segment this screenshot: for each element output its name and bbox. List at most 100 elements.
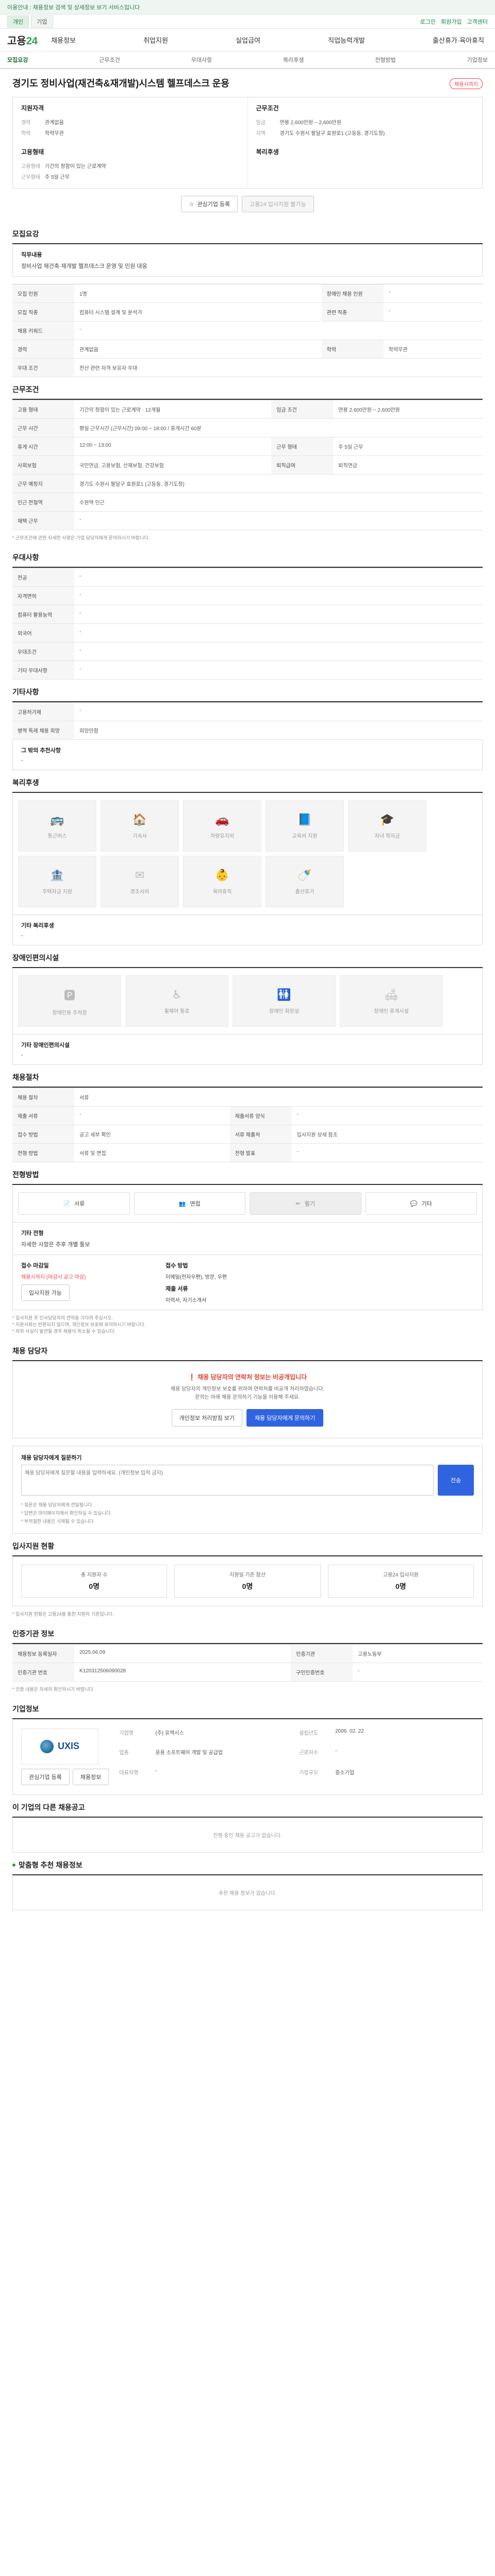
welfare-title: 복리후생 (12, 770, 483, 793)
gnb-leave[interactable]: 출산휴가·육아휴직 (433, 35, 484, 45)
signup-link[interactable]: 회원가입 (441, 18, 461, 26)
gnb-training[interactable]: 직업능력개발 (328, 35, 365, 45)
contact-ask-button[interactable]: 채용 담당자에게 문의하기 (246, 1409, 324, 1427)
interest-button[interactable]: ☆ 관심기업 등록 (181, 196, 238, 212)
table-row: 재택 근무 - (12, 511, 483, 530)
stat-online: 고용24 입사지원 0명 (327, 1564, 474, 1598)
logo-row: 고용24 채용정보 취업지원 실업급여 직업능력개발 출산휴가·육아휴직 (0, 29, 495, 52)
steps-title: 전형방법 (12, 1162, 483, 1185)
info-section: 인증기관 정보 채용정보 등록일자 2025.06.09 인증기관 고용노동부 인증기관… (12, 1621, 483, 1697)
welfare-label: 교육비 지원 (292, 833, 318, 839)
row-label: 고용허가제 (12, 702, 74, 721)
preference-title: 우대사항 (12, 545, 483, 568)
preference-section: 우대사항 전공 - 자격면허 - 컴퓨터 활용능력 - 외국어 - 우대조건 - 기타 우대사항 - (12, 545, 483, 680)
row-value: 2025.06.09 (74, 1644, 291, 1663)
apply-online-button[interactable]: 입사지원 가능 (21, 1284, 70, 1301)
company-field-label: 기업규모 (299, 1770, 318, 1776)
table-row: 기타 우대사항 - (12, 660, 483, 680)
row-value: 기간의 정함이 있는 근로계약 · 12개월 (74, 400, 272, 419)
step-label: 필기 (304, 1201, 315, 1207)
table-row: 사회보험 국민연금, 고용보험, 산재보험, 건강보험 퇴직급여 퇴직연금 (12, 455, 483, 474)
company-interest-button[interactable]: 관심기업 등록 (21, 1768, 70, 1785)
tab-welfare[interactable]: 복리후생 (283, 56, 304, 64)
table-row: 자격면허 - (12, 586, 483, 605)
welfare-card: 🍼 출산휴가 (266, 856, 344, 907)
row-label: 장애인 채용 인원 (321, 284, 384, 303)
conditions-note: * 근무조건에 관한 자세한 사항은 기업 담당자에게 문의하시기 바랍니다. (12, 535, 150, 540)
facility-icon: ♿ (172, 988, 182, 1001)
company-jobs-button[interactable]: 채용정보 (72, 1768, 109, 1785)
row-value: - (74, 623, 483, 642)
table-row: 근무 예정지 경기도 수원시 팔달구 효원로1 (고등동, 경기도청) (12, 474, 483, 493)
send-question-button[interactable]: 전송 (438, 1465, 474, 1496)
table-row: 외국어 - (12, 623, 483, 642)
table-row: 모집 인원 1명 장애인 채용 인원 - (12, 284, 483, 303)
recruit-section: 모집요강 직무내용 정비사업 재건축·재개발 헬프데스크 운영 및 민원 대응 … (12, 222, 483, 377)
welfare-label: 경조사비 (130, 889, 150, 895)
tab-recruit[interactable]: 모집요강 (7, 56, 28, 64)
tab-conditions[interactable]: 근무조건 (99, 56, 120, 64)
row-label: 근무 예정지 (12, 474, 74, 493)
table-row: 채용 키워드 - (12, 321, 483, 340)
gnb-support[interactable]: 취업지원 (143, 35, 168, 45)
tab-company[interactable]: 기업 (31, 15, 53, 28)
help-link[interactable]: 고객센터 (467, 18, 488, 26)
table-row: 전공 - (12, 568, 483, 587)
row-label: 채용 키워드 (12, 321, 74, 340)
job-actions: ☆ 관심기업 등록 고용24 입사지원 불가능 (0, 196, 495, 212)
row-value: 학력무관 (383, 340, 483, 359)
row-label: 우대 조건 (12, 358, 74, 377)
row-value: 경기도 수원시 팔달구 효원로1 (고등동, 경기도청) (74, 474, 483, 493)
table-row: 근무 시간 평일 근무시간 (근무시간) 09:00 ~ 18:00 / 휴게시간… (12, 418, 483, 437)
row-label: 사회보험 (12, 455, 74, 474)
row-value: - (74, 660, 483, 680)
tab-company-info[interactable]: 기업정보 (467, 56, 487, 64)
welfare-label: 통근버스 (47, 833, 67, 839)
process-table: 채용 절차 서류 제출 서류 - 제출서류 양식 - 접수 방법 공고 세부 확인 서류 제출처… (12, 1088, 483, 1162)
row-label: 임금 조건 (271, 400, 334, 419)
summary-left: 지원자격 경력 관계없음 학력 학력무관 고용형태 고용형태 기간의 정함이 있는 근… (13, 97, 248, 188)
row-label: 제출서류 양식 (229, 1106, 292, 1125)
tab-personal[interactable]: 개인 (7, 15, 29, 28)
welfare-icon: 👶 (215, 868, 229, 882)
welfare-card: ✉ 경조사비 (101, 856, 179, 907)
recommend-dot-icon (12, 1863, 15, 1867)
welfare-icon: 🚌 (50, 812, 64, 826)
row-value: 입사지원 상세 참조 (291, 1125, 483, 1144)
privacy-button[interactable]: 개인정보 처리방침 보기 (171, 1409, 242, 1427)
question-input[interactable] (21, 1465, 434, 1496)
row-value: - (74, 586, 483, 605)
stats-section: 입사지원 현황 총 지원자 수 0명 지원일 기준 합산 0명 고용24 입사지원 0… (12, 1534, 483, 1621)
stats-row: 총 지원자 수 0명 지원일 기준 합산 0명 고용24 입사지원 0명 (12, 1556, 483, 1606)
facility-card: 🚻 장애인 화장실 (233, 975, 336, 1027)
gnb-jobs[interactable]: 채용정보 (51, 35, 76, 45)
facility-card: ♿ 휠체어 통로 (125, 975, 228, 1027)
login-link[interactable]: 로그인 (420, 18, 436, 26)
utility-links: 로그인 회원가입 고객센터 (420, 18, 488, 26)
steps-section: 전형방법 📄 서류 👥 면접 ✏ 필기 💬 기타 기타 전형 자세한 사항은 추후 개별 통보… (12, 1162, 483, 1338)
tab-preference[interactable]: 우대사항 (191, 56, 212, 64)
site-logo[interactable]: 고용24 (7, 32, 38, 47)
step-item: 👥 면접 (134, 1192, 245, 1215)
gnb-unemployment[interactable]: 실업급여 (236, 35, 260, 45)
row-label: 채용 절차 (12, 1088, 74, 1107)
table-row: 인근 전철역 수원역 인근 (12, 493, 483, 512)
top-header: 개인 기업 로그인 회원가입 고객센터 (0, 14, 495, 29)
duty-panel: 직무내용 정비사업 재건축·재개발 헬프데스크 운영 및 민원 대응 (12, 244, 483, 277)
row-label: 관련 직종 (321, 302, 384, 321)
alert-icon: ❗ (188, 1374, 196, 1381)
table-row: 채용정보 등록일자 2025.06.09 인증기관 고용노동부 (12, 1644, 483, 1663)
row-label: 모집 직종 (12, 302, 74, 321)
row-value: - (74, 568, 483, 587)
facility-card: 🅿 장애인용 주차장 (18, 975, 121, 1027)
ask-notes: * 질문은 채용 담당자에게 전달됩니다. * 답변은 마이페이지에서 확인하실… (21, 1502, 112, 1524)
global-nav: 채용정보 취업지원 실업급여 직업능력개발 출산휴가·육아휴직 (51, 35, 484, 45)
summary-right: 근무조건 임금 연봉 2,600만원 ~ 2,600만원 지역 경기도 수원시 팔달… (247, 97, 483, 188)
row-value: 퇴직연금 (333, 455, 483, 474)
row-label: 퇴직급여 (271, 455, 334, 474)
tab-process[interactable]: 전형방법 (375, 56, 395, 64)
facility-card: 🛋 장애인 휴게시설 (340, 975, 443, 1027)
stat-sum: 지원일 기준 합산 0명 (174, 1564, 321, 1598)
apply-button[interactable]: 고용24 입사지원 불가능 (242, 196, 314, 212)
company-field-label: 업종 (119, 1750, 129, 1756)
